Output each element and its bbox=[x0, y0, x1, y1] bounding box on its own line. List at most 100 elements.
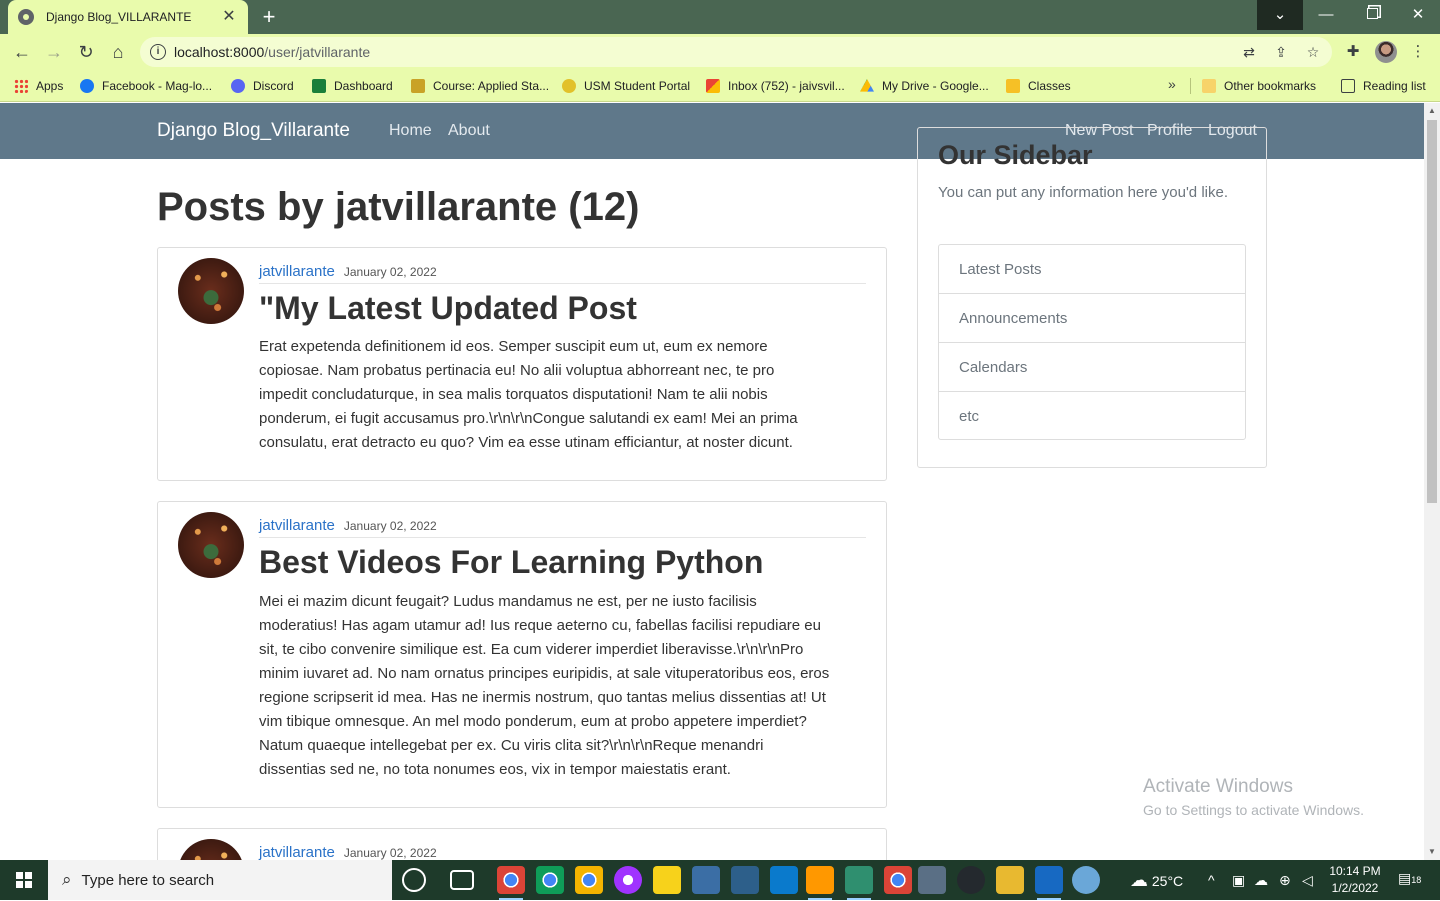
post-meta: jatvillarante January 02, 2022 bbox=[259, 844, 866, 860]
watermark-title: Activate Windows bbox=[1143, 776, 1293, 797]
vscode-icon[interactable] bbox=[770, 866, 798, 894]
bookmark-inbox[interactable]: Inbox (752) - jaivsvil... bbox=[706, 77, 845, 95]
clock-time: 10:14 PM bbox=[1329, 864, 1381, 878]
restore-button[interactable] bbox=[1349, 0, 1395, 30]
bookmark-drive[interactable]: My Drive - Google... bbox=[860, 77, 989, 95]
author-avatar bbox=[178, 258, 244, 324]
post-meta: jatvillarante January 02, 2022 bbox=[259, 517, 866, 538]
folder-icon bbox=[1202, 79, 1216, 93]
browser-tab[interactable]: Django Blog_VILLARANTE ✕ bbox=[8, 0, 248, 34]
scroll-down-arrow-icon[interactable]: ▼ bbox=[1424, 844, 1440, 860]
apps-grid-icon bbox=[14, 79, 28, 93]
usm-portal-icon bbox=[562, 79, 576, 93]
weather-widget[interactable]: ☁ 25°C bbox=[1130, 860, 1183, 900]
start-button[interactable] bbox=[0, 860, 48, 900]
post-card: jatvillarante January 02, 2022 bbox=[157, 828, 887, 860]
back-arrow-icon[interactable]: ← bbox=[10, 40, 34, 64]
taskbar-search-placeholder: Type here to search bbox=[81, 871, 215, 889]
page-scrollbar[interactable]: ▲ ▼ bbox=[1424, 103, 1440, 860]
post-author-link[interactable]: jatvillarante bbox=[259, 517, 335, 534]
extensions-puzzle-icon[interactable]: ✚ bbox=[1343, 42, 1363, 62]
azure-data-studio-icon[interactable] bbox=[1035, 866, 1063, 900]
notification-center-icon[interactable]: ▤18 bbox=[1398, 870, 1422, 890]
system-clock[interactable]: 10:14 PM 1/2/2022 bbox=[1326, 863, 1384, 897]
post-title-link[interactable]: Best Videos For Learning Python bbox=[259, 544, 763, 581]
notification-count: 18 bbox=[1411, 875, 1422, 885]
volume-muted-icon[interactable]: ◁ bbox=[1302, 860, 1313, 900]
new-tab-button[interactable]: + bbox=[256, 4, 282, 30]
post-date: January 02, 2022 bbox=[343, 846, 437, 860]
post-author-link[interactable]: jatvillarante bbox=[259, 844, 335, 860]
address-bar[interactable]: i localhost:8000/user/jatvillarante ⇄ ⇪ … bbox=[140, 37, 1332, 67]
reading-list-icon bbox=[1341, 79, 1355, 93]
tab-search-chevron-icon[interactable]: ⌄ bbox=[1257, 0, 1303, 30]
sublime-text-icon[interactable] bbox=[806, 866, 834, 900]
scrollbar-thumb[interactable] bbox=[1427, 120, 1437, 503]
sidebar-item-etc[interactable]: etc bbox=[939, 392, 1245, 439]
scroll-up-arrow-icon[interactable]: ▲ bbox=[1424, 103, 1440, 119]
bookmark-star-icon[interactable]: ☆ bbox=[1304, 43, 1322, 61]
chrome-app-icon[interactable] bbox=[497, 866, 525, 900]
git-icon[interactable] bbox=[845, 866, 873, 900]
site-info-icon[interactable]: i bbox=[150, 44, 166, 60]
close-tab-icon[interactable]: ✕ bbox=[220, 8, 238, 26]
share-icon[interactable]: ⇪ bbox=[1272, 43, 1290, 61]
more-menu-icon[interactable]: ⋮ bbox=[1408, 42, 1428, 62]
sticky-notes-icon[interactable] bbox=[653, 866, 681, 894]
nav-home-link[interactable]: Home bbox=[389, 122, 432, 140]
chrome-profile-3-icon[interactable] bbox=[575, 866, 603, 894]
paint-icon[interactable] bbox=[1072, 866, 1100, 894]
onedrive-icon[interactable]: ☁ bbox=[1254, 860, 1268, 900]
meet-now-icon[interactable]: ▣ bbox=[1232, 860, 1245, 900]
sidebar-item-announcements[interactable]: Announcements bbox=[939, 294, 1245, 343]
usm-dashboard-icon bbox=[312, 79, 326, 93]
nav-about-link[interactable]: About bbox=[448, 122, 490, 140]
other-bookmarks[interactable]: Other bookmarks bbox=[1202, 77, 1316, 95]
chrome-profile-2-icon[interactable] bbox=[536, 866, 564, 894]
sidebar-item-latest-posts[interactable]: Latest Posts bbox=[939, 245, 1245, 294]
site-brand-link[interactable]: Django Blog_Villarante bbox=[157, 120, 350, 142]
forward-arrow-icon[interactable]: → bbox=[42, 40, 66, 64]
bookmark-dashboard[interactable]: Dashboard bbox=[312, 77, 393, 95]
post-title-link[interactable]: "My Latest Updated Post bbox=[259, 290, 637, 327]
network-icon[interactable]: ⊕ bbox=[1279, 860, 1291, 900]
virtualbox-icon[interactable] bbox=[918, 866, 946, 894]
bookmark-facebook[interactable]: Facebook - Mag-lo... bbox=[80, 77, 212, 95]
browser-toolbar: ← → ↻ ⌂ i localhost:8000/user/jatvillara… bbox=[0, 34, 1440, 70]
cortana-icon[interactable] bbox=[402, 868, 426, 892]
course-icon bbox=[411, 79, 425, 93]
messenger-icon[interactable] bbox=[614, 866, 642, 894]
post-author-link[interactable]: jatvillarante bbox=[259, 263, 335, 280]
jupyter-icon[interactable] bbox=[692, 866, 720, 894]
bookmark-discord[interactable]: Discord bbox=[231, 77, 294, 95]
home-icon[interactable]: ⌂ bbox=[106, 40, 130, 64]
file-explorer-icon[interactable] bbox=[996, 866, 1024, 894]
reload-icon[interactable]: ↻ bbox=[74, 40, 98, 64]
github-desktop-icon[interactable] bbox=[957, 866, 985, 894]
more-bookmarks-chevron-icon[interactable]: » bbox=[1168, 76, 1176, 92]
sidebar-item-calendars[interactable]: Calendars bbox=[939, 343, 1245, 392]
post-date: January 02, 2022 bbox=[343, 519, 437, 533]
tray-overflow-chevron-icon[interactable]: ^ bbox=[1208, 860, 1215, 900]
chrome-profile-4-icon[interactable] bbox=[884, 866, 912, 894]
bookmark-apps[interactable]: Apps bbox=[14, 77, 63, 95]
task-view-icon[interactable] bbox=[450, 870, 474, 890]
taskbar-search[interactable]: ⌕ Type here to search bbox=[48, 860, 392, 900]
reading-list[interactable]: Reading list bbox=[1341, 77, 1426, 95]
translate-icon[interactable]: ⇄ bbox=[1240, 43, 1258, 61]
facebook-icon bbox=[80, 79, 94, 93]
bookmark-classes[interactable]: Classes bbox=[1006, 77, 1071, 95]
minimize-button[interactable]: — bbox=[1303, 0, 1349, 30]
sidebar-list: Latest Posts Announcements Calendars etc bbox=[938, 244, 1246, 440]
bookmark-course[interactable]: Course: Applied Sta... bbox=[411, 77, 549, 95]
mysql-workbench-icon[interactable] bbox=[731, 866, 759, 894]
cloud-icon: ☁ bbox=[1130, 870, 1148, 890]
clock-date: 1/2/2022 bbox=[1331, 881, 1379, 895]
close-window-button[interactable]: ✕ bbox=[1395, 0, 1440, 30]
profile-avatar[interactable] bbox=[1375, 41, 1397, 63]
author-avatar bbox=[178, 839, 244, 860]
discord-icon bbox=[231, 79, 245, 93]
bookmark-usm-portal[interactable]: USM Student Portal bbox=[562, 77, 690, 95]
url-text[interactable]: localhost:8000/user/jatvillarante bbox=[174, 44, 370, 60]
post-content: Erat expetenda definitionem id eos. Semp… bbox=[259, 338, 798, 451]
